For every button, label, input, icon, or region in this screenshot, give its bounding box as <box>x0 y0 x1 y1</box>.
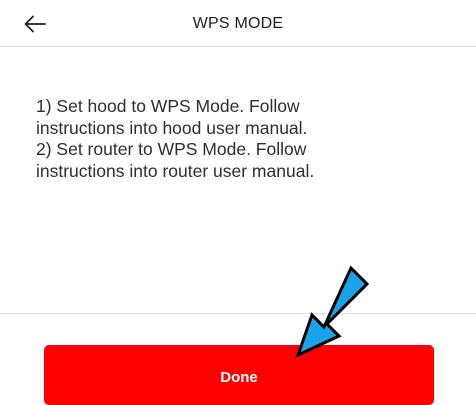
instruction-line: 2) Set router to WPS Mode. Follow <box>36 139 307 159</box>
page-title: WPS MODE <box>192 15 284 32</box>
footer-divider <box>0 313 476 314</box>
instruction-line: instructions into hood user manual. <box>36 117 308 138</box>
done-button[interactable]: Done <box>44 345 434 405</box>
done-button-label: Done <box>220 369 258 386</box>
instruction-line: 1) Set hood to WPS Mode. Follow <box>36 96 300 116</box>
header-bar: WPS MODE <box>0 0 476 47</box>
instructions-text: 1) Set hood to WPS Mode. Follow instruct… <box>36 96 456 182</box>
blue-arrow-pointer-icon <box>295 265 370 358</box>
instruction-line: instructions into router user manual. <box>36 160 315 181</box>
